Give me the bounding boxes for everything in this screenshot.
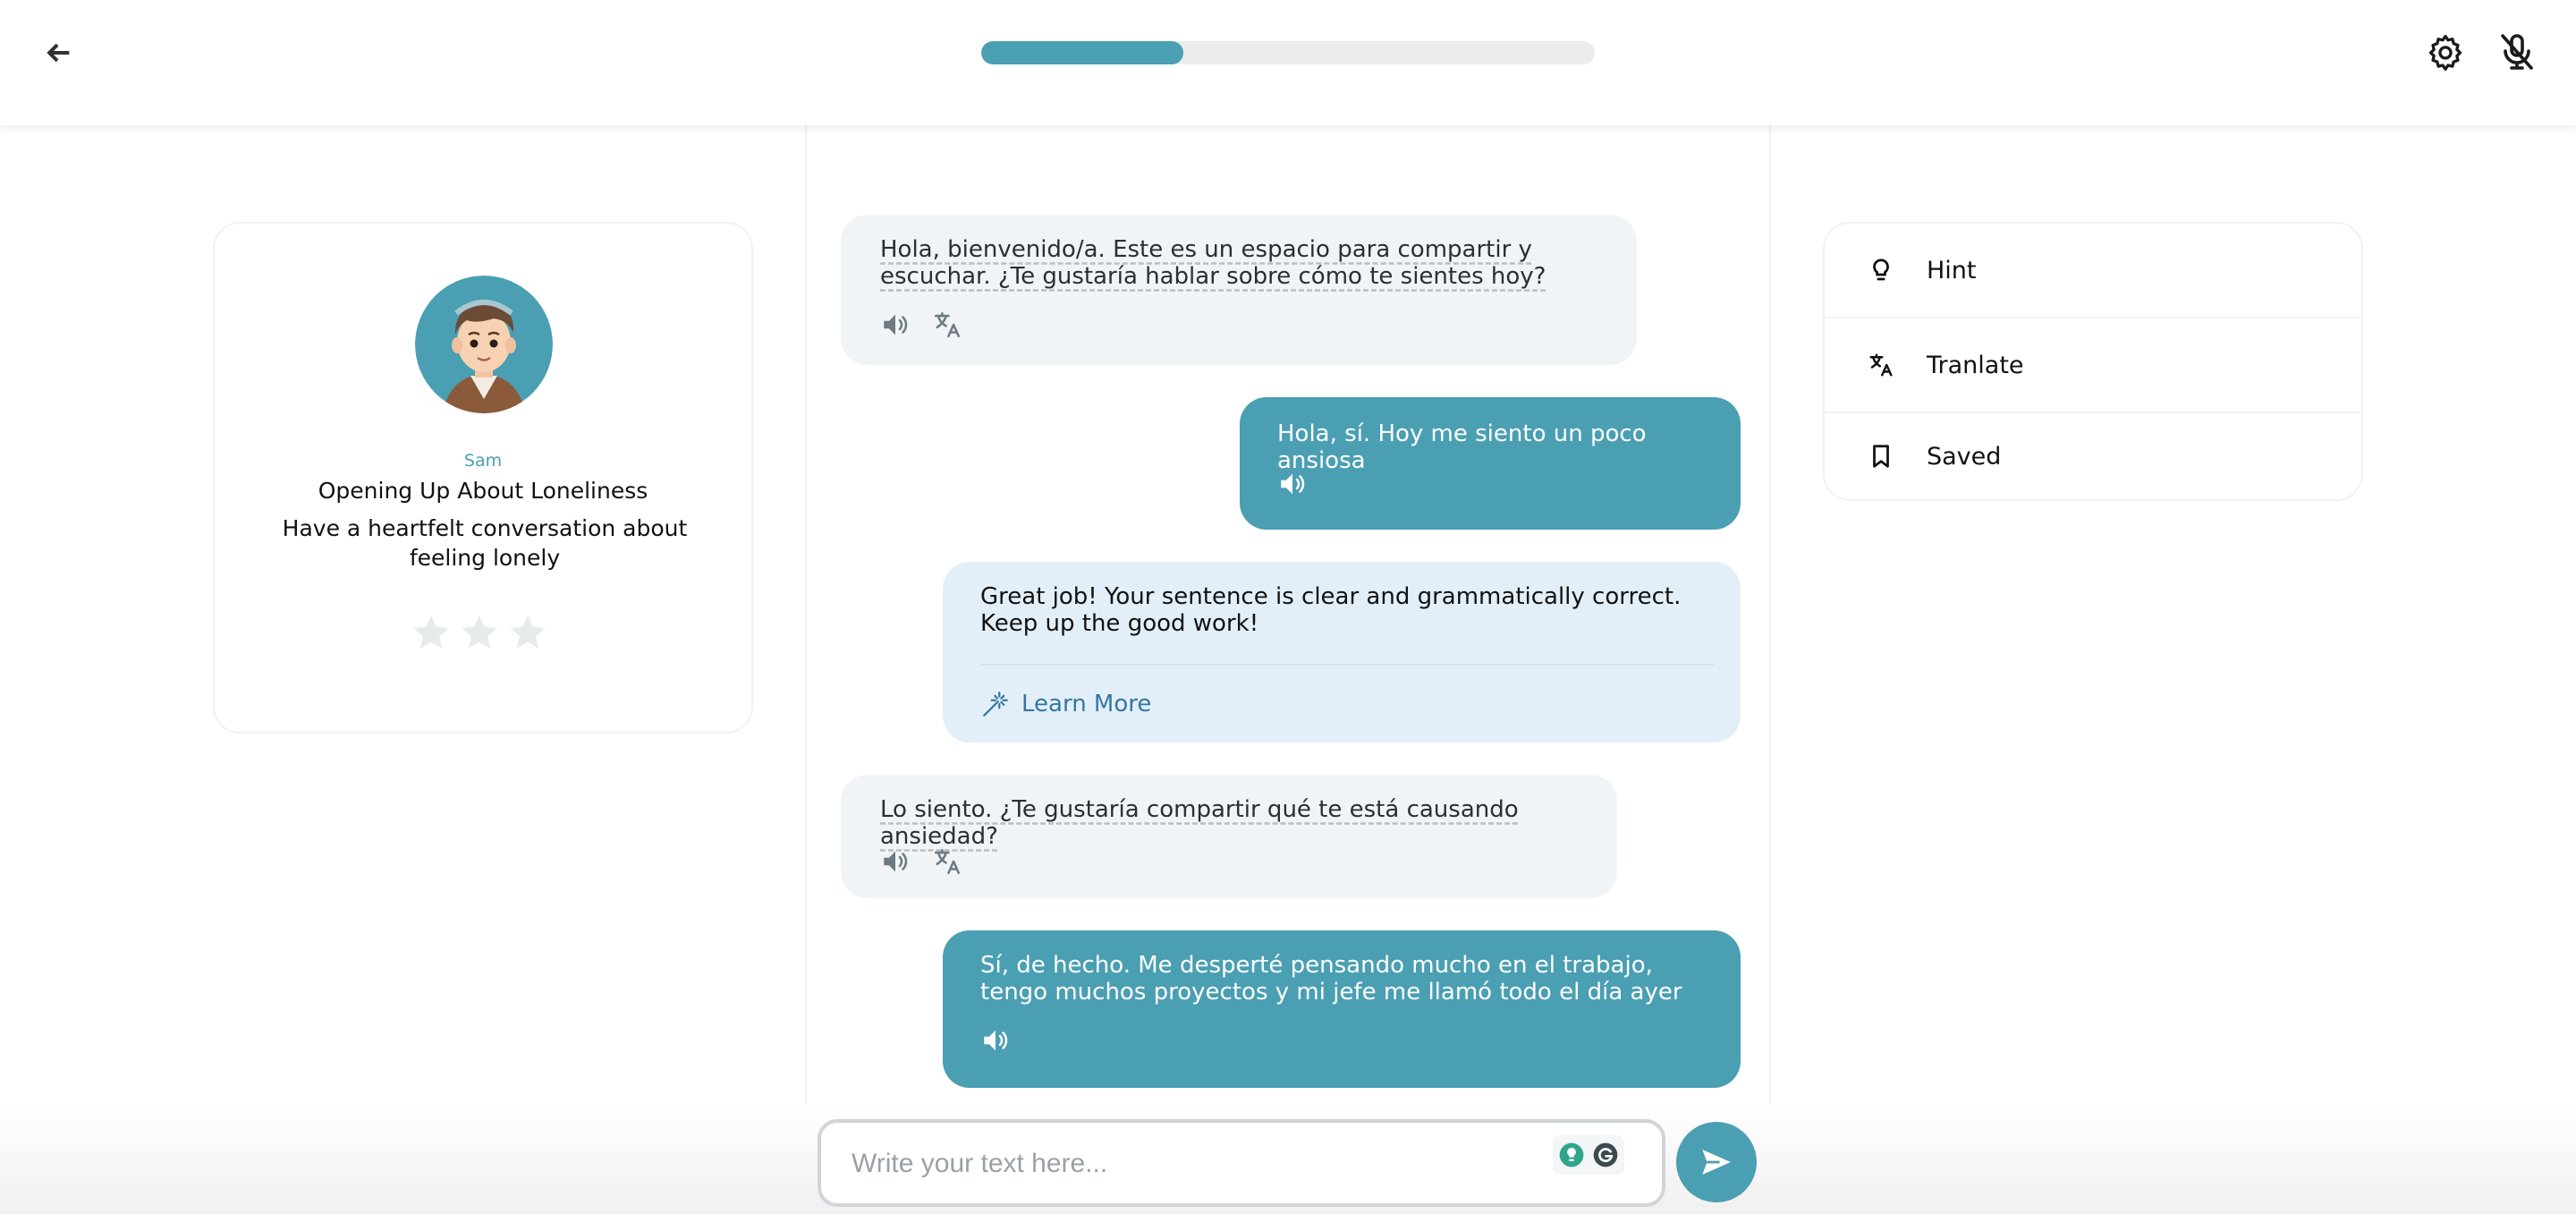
translate-icon[interactable] <box>932 310 962 340</box>
divider <box>980 664 1714 666</box>
hint-bulb-icon[interactable] <box>1557 1141 1586 1169</box>
menu-item-translate[interactable]: Tranlate <box>1825 318 2361 412</box>
avatar <box>415 276 553 413</box>
feedback-text: Great job! Your sentence is clear and gr… <box>980 583 1682 637</box>
learn-more-link[interactable]: Learn More <box>980 689 1151 719</box>
translate-icon[interactable] <box>932 846 962 877</box>
message-text[interactable]: Hola, bienvenido/a. Este es un espacio p… <box>880 236 1614 290</box>
helper-menu: Hint Tranlate Saved <box>1823 222 2363 501</box>
progress-bar-fill <box>981 41 1184 64</box>
star-rating <box>410 612 549 655</box>
speaker-icon[interactable] <box>980 1025 1011 1056</box>
gear-icon[interactable] <box>2426 32 2465 72</box>
translate-icon <box>1868 352 1894 378</box>
scenario-card: Sam Opening Up About Loneliness Have a h… <box>213 222 753 734</box>
message-text: Sí, de hecho. Me desperté pensando mucho… <box>980 952 1682 1006</box>
send-button[interactable] <box>1676 1122 1757 1202</box>
menu-item-label: Hint <box>1927 256 1977 284</box>
bookmark-icon <box>1868 443 1894 470</box>
scenario-description: Have a heartfelt conversation about feel… <box>282 515 688 571</box>
grammarly-icon[interactable] <box>1591 1141 1620 1169</box>
menu-item-hint[interactable]: Hint <box>1825 224 2361 317</box>
character-name: Sam <box>463 451 503 471</box>
chat-thread[interactable]: Hola, bienvenido/a. Este es un espacio p… <box>805 125 1771 1105</box>
input-extensions <box>1553 1135 1624 1175</box>
send-icon <box>1698 1143 1735 1181</box>
star-icon <box>410 612 453 655</box>
scenario-title: Opening Up About Loneliness <box>318 478 648 504</box>
lightbulb-icon <box>1868 257 1894 284</box>
bot-message: Lo siento. ¿Te gustaría compartir qué te… <box>841 775 1617 898</box>
message-text: Hola, sí. Hoy me siento un poco ansiosa <box>1277 420 1647 474</box>
back-arrow-icon[interactable] <box>39 36 75 72</box>
message-text[interactable]: Lo siento. ¿Te gustaría compartir qué te… <box>880 796 1596 850</box>
speaker-icon[interactable] <box>880 846 911 877</box>
star-icon <box>458 612 501 655</box>
microphone-off-icon[interactable] <box>2496 30 2538 73</box>
grammar-feedback-card: Great job! Your sentence is clear and gr… <box>943 562 1741 743</box>
bot-message: Hola, bienvenido/a. Este es un espacio p… <box>841 215 1637 365</box>
progress-bar <box>981 41 1595 64</box>
message-input[interactable] <box>852 1142 1531 1185</box>
user-message: Sí, de hecho. Me desperté pensando mucho… <box>943 930 1741 1088</box>
user-message: Hola, sí. Hoy me siento un poco ansiosa <box>1240 397 1741 530</box>
learn-more-label[interactable]: Learn More <box>1021 691 1151 717</box>
top-bar <box>0 0 2576 125</box>
star-icon <box>506 612 549 655</box>
speaker-icon[interactable] <box>1277 469 1308 499</box>
menu-item-saved[interactable]: Saved <box>1825 410 2361 499</box>
message-composer <box>818 1119 1665 1207</box>
speaker-icon[interactable] <box>880 310 911 340</box>
menu-item-label: Tranlate <box>1927 351 2024 379</box>
magic-wand-icon <box>980 689 1011 719</box>
menu-item-label: Saved <box>1927 442 2002 471</box>
